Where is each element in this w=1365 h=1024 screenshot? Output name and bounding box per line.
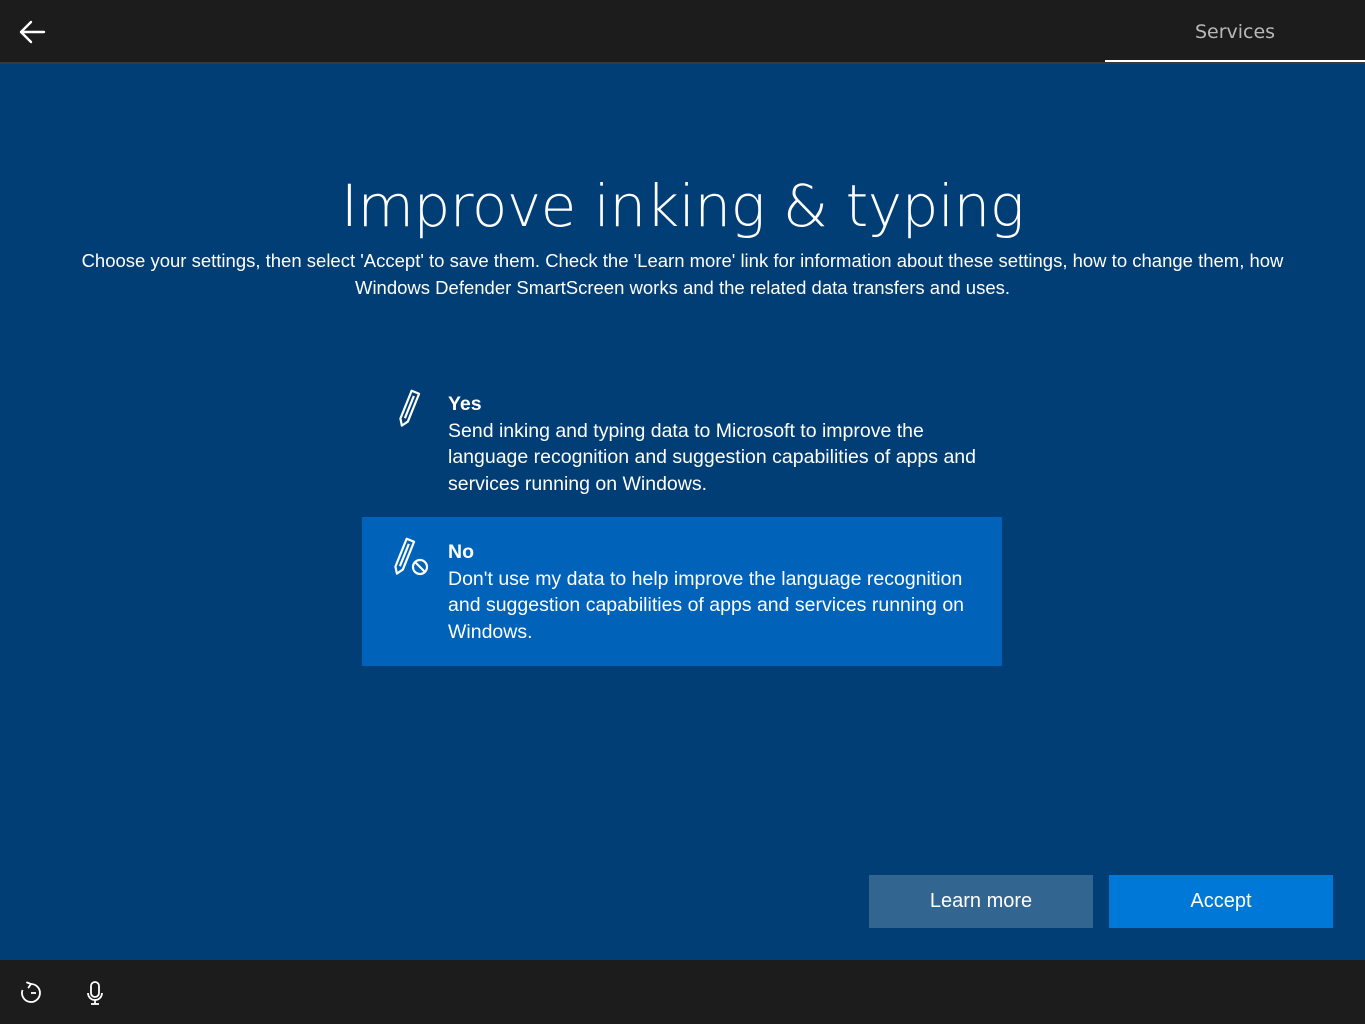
pen-icon [386,385,432,431]
option-yes[interactable]: Yes Send inking and typing data to Micro… [362,369,1002,517]
ease-of-access-icon[interactable] [18,980,44,1006]
tab-services-label: Services [1194,21,1276,43]
option-no-description: Don't use my data to help improve the la… [448,567,965,644]
page-subtitle: Choose your settings, then select 'Accep… [81,250,1284,298]
back-button[interactable] [12,14,52,50]
pen-blocked-icon [386,533,432,579]
accept-button[interactable]: Accept [1109,875,1333,928]
main-panel: Improve inking & typing Choose your sett… [0,64,1365,997]
option-no[interactable]: No Don't use my data to help improve the… [362,517,1002,666]
learn-more-button[interactable]: Learn more [869,875,1093,928]
option-yes-title: Yes [448,393,482,415]
option-yes-description: Send inking and typing data to Microsoft… [448,419,976,496]
option-no-title: No [448,541,474,563]
page-title: Improve inking & typing [340,172,1025,240]
option-yes-text: Yes Send inking and typing data to Micro… [448,391,988,498]
tab-services[interactable]: Services [1105,0,1365,64]
bottom-bar [0,960,1365,1024]
microphone-icon[interactable] [82,980,108,1006]
top-bar: Services [0,0,1365,64]
option-no-text: No Don't use my data to help improve the… [448,539,988,646]
back-arrow-icon [19,20,46,44]
